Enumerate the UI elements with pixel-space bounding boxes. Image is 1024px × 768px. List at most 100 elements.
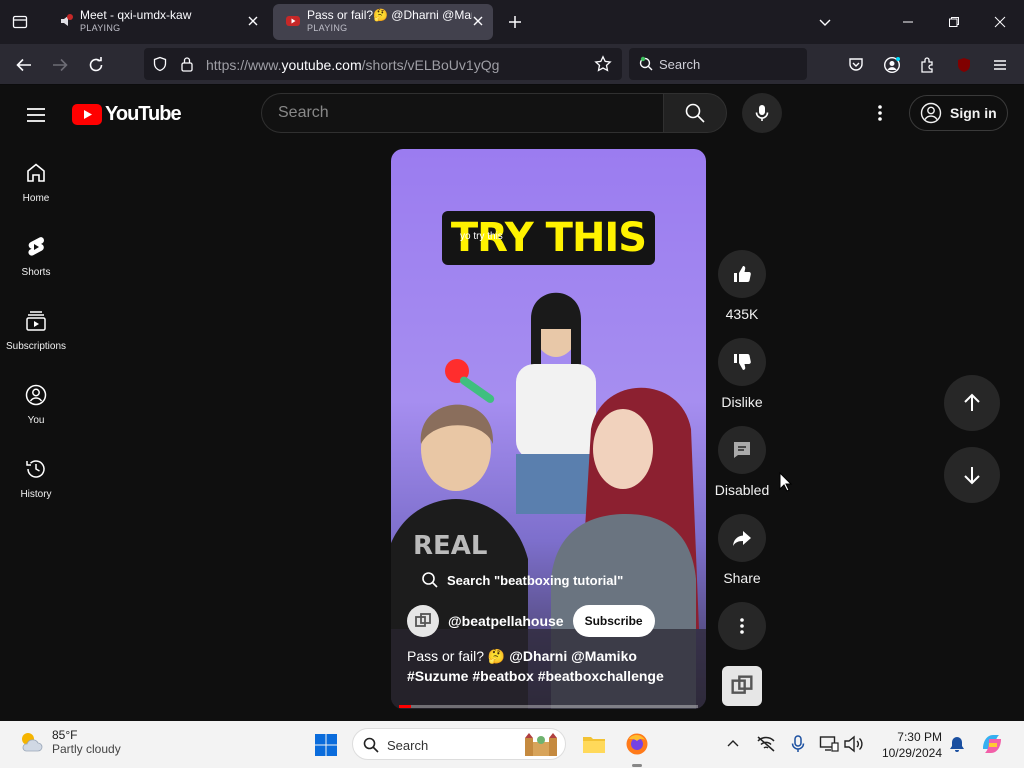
menu-hamburger-icon[interactable] [989,54,1011,76]
video-caption-overlay: TRY THIS yo try this [442,211,655,265]
youtube-logo-icon [72,103,102,125]
tab-list-icon[interactable] [8,10,32,34]
display-icon[interactable] [816,731,842,757]
video-progress-bar[interactable] [399,705,698,708]
weather-condition: Partly cloudy [52,742,121,756]
ublock-extension-icon[interactable] [953,54,975,76]
tab-title: Pass or fail?🤔 @Dharni @Mamiko [307,8,472,22]
subscriptions-icon [24,309,48,333]
video-description[interactable]: Pass or fail? 🤔 @Dharni @Mamiko #Suzume … [407,646,697,686]
browser-search-box[interactable]: Search [629,48,807,80]
more-vertical-icon [718,602,766,650]
channel-name[interactable]: @beatpellahouse [448,613,564,629]
description-mentions[interactable]: @Dharni @Mamiko [509,648,637,664]
guide-menu-icon[interactable] [24,103,48,127]
clock-time: 7:30 PM [897,730,942,744]
network-disconnected-icon[interactable] [753,731,779,757]
arrow-down-icon [964,467,980,485]
tab-youtube-short[interactable]: Pass or fail?🤔 @Dharni @Mamiko PLAYING [273,4,493,40]
shorts-video-player[interactable]: REAL TRY THIS yo try this Search "beatbo… [391,149,706,709]
taskbar-search[interactable]: Search [352,728,566,760]
settings-more-icon[interactable] [868,101,892,125]
sign-in-label: Sign in [950,105,997,121]
active-app-indicator [632,764,642,767]
more-actions-button[interactable] [712,602,772,650]
temperature: 85°F [52,728,78,742]
voice-search-button[interactable] [742,93,782,133]
extensions-puzzle-icon[interactable] [917,54,939,76]
sidebar-item-label: History [20,489,52,500]
pocket-icon[interactable] [845,54,867,76]
microphone-icon [755,105,769,121]
new-tab-icon[interactable] [505,12,525,32]
firefox-icon[interactable] [624,731,650,757]
sign-in-button[interactable]: Sign in [909,95,1008,131]
next-short-button[interactable] [944,447,1000,503]
taskbar-search-placeholder: Search [387,738,429,753]
share-button[interactable]: Share [712,514,772,586]
volume-icon[interactable] [840,731,866,757]
url-bar[interactable]: https://www.youtube.com/shorts/vELBoUv1y… [144,48,622,80]
youtube-search-button[interactable] [663,93,727,133]
microphone-icon[interactable] [785,731,811,757]
forward-arrow-icon[interactable] [49,54,71,76]
close-tab-icon[interactable] [246,14,260,28]
comments-button[interactable]: Disabled [712,426,772,498]
thumbs-down-icon [718,338,766,386]
sidebar-item-history[interactable]: History [0,457,72,500]
dislike-button[interactable]: Dislike [712,338,772,410]
bookmark-star-icon[interactable] [594,55,612,78]
sound-channel-thumbnail[interactable] [722,666,762,706]
youtube-search-field[interactable] [261,93,663,133]
search-suggestion-chip[interactable]: Search "beatboxing tutorial" [421,569,623,591]
partly-cloudy-icon [22,733,43,752]
url-text: https://www.youtube.com/shorts/vELBoUv1y… [206,57,500,73]
share-label: Share [723,570,761,586]
channel-avatar[interactable] [407,605,439,637]
youtube-page: YouTube Sign in Home Shorts Subscription… [0,85,1024,721]
file-explorer-icon[interactable] [581,731,607,757]
video-progress-fill [399,705,411,708]
close-tab-icon[interactable] [471,14,485,28]
home-icon [24,161,48,185]
subscribe-button[interactable]: Subscribe [572,605,655,637]
chevron-up-icon[interactable] [720,731,746,757]
comment-icon [718,426,766,474]
sidebar-item-shorts[interactable]: Shorts [0,235,72,278]
arrow-up-icon [964,393,980,411]
copilot-icon[interactable] [979,731,1005,757]
subtitle-text: yo try this [460,231,503,242]
back-arrow-icon[interactable] [13,54,35,76]
windows-taskbar: 85°F Partly cloudy Search 7:30 PM 10/29/… [0,721,1024,768]
youtube-logo[interactable]: YouTube [72,102,182,126]
channel-logo-icon [731,675,753,694]
notification-bell-icon[interactable] [944,731,970,757]
weather-widget[interactable]: 85°F Partly cloudy [18,728,121,756]
shorts-icon [24,235,48,259]
sidebar-item-subscriptions[interactable]: Subscriptions [0,309,72,352]
minimize-icon[interactable] [898,12,918,32]
system-clock[interactable]: 7:30 PM 10/29/2024 [872,729,942,761]
close-window-icon[interactable] [990,12,1010,32]
logo-text: YouTube [105,102,182,125]
chevron-down-icon[interactable] [815,12,835,32]
tab-meet[interactable]: Meet - qxi-umdx-kaw PLAYING [46,4,268,40]
previous-short-button[interactable] [944,375,1000,431]
sidebar-item-you[interactable]: You [0,383,72,426]
channel-logo-icon [415,613,431,627]
like-button[interactable]: 435K [712,250,772,322]
youtube-favicon-icon [285,13,301,29]
restore-icon[interactable] [944,12,964,32]
tracking-protection-shield-icon[interactable] [152,56,168,77]
sidebar-item-label: Subscriptions [5,341,67,352]
channel-info: @beatpellahouse Subscribe [407,605,655,637]
sidebar-item-home[interactable]: Home [0,161,72,204]
reload-icon[interactable] [85,54,107,76]
youtube-search-input[interactable] [278,104,638,122]
windows-start-icon[interactable] [314,733,338,757]
svg-text:REAL: REAL [413,531,487,561]
description-hashtags[interactable]: #Suzume #beatbox #beatboxchallenge [407,668,664,684]
account-icon[interactable] [881,54,903,76]
lock-icon[interactable] [180,56,194,77]
browser-navigation-bar: https://www.youtube.com/shorts/vELBoUv1y… [0,44,1024,104]
